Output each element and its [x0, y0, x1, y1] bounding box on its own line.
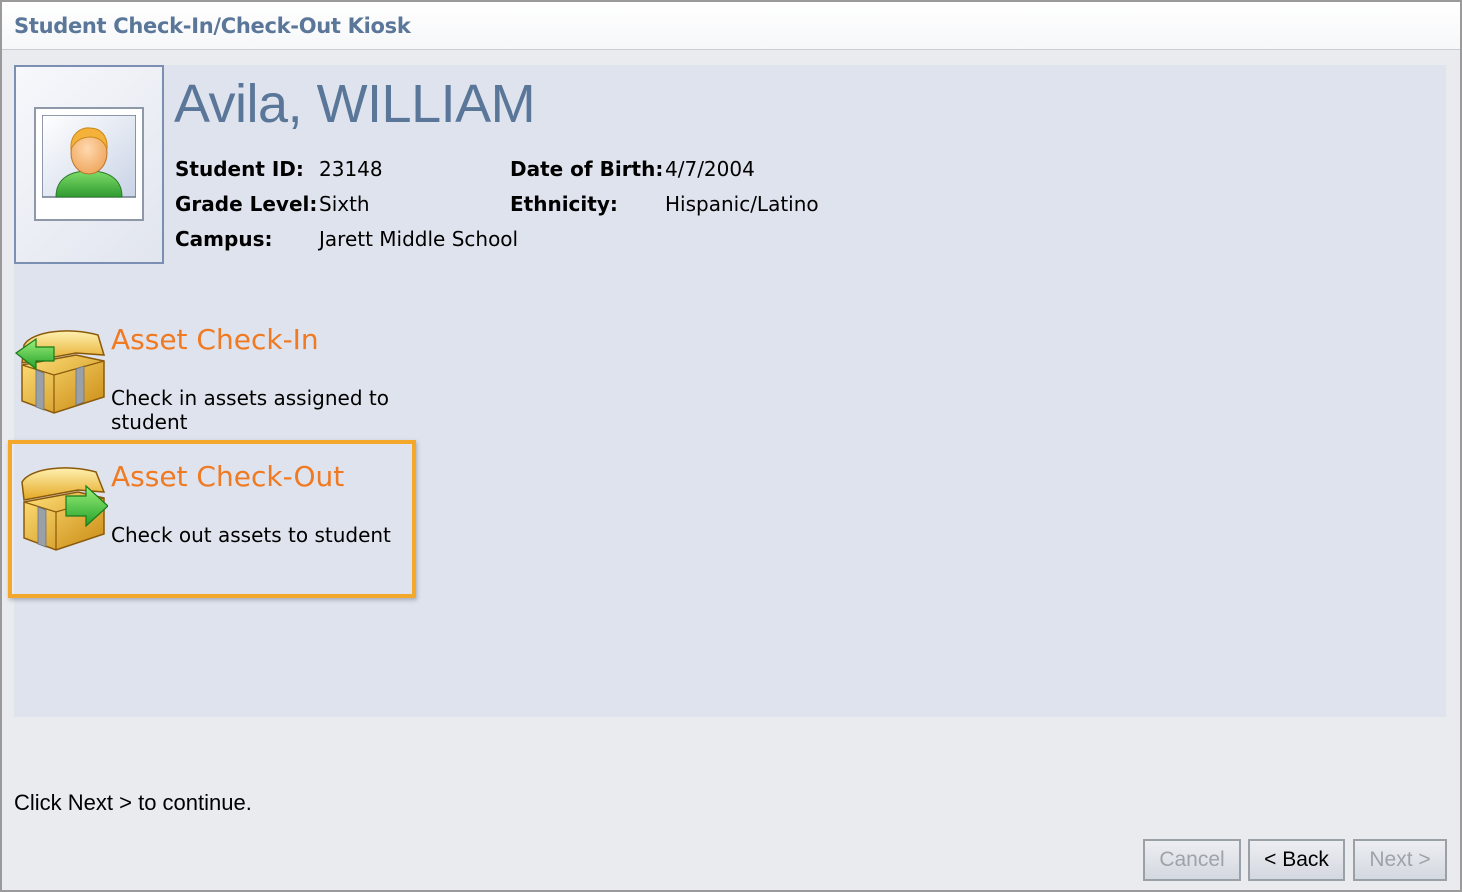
chest-check-in-icon: [14, 330, 106, 414]
kiosk-window: Student Check-In/Check-Out Kiosk Avila, …: [0, 0, 1462, 892]
campus-value: Jarett Middle School: [319, 227, 519, 251]
next-button[interactable]: Next >: [1353, 839, 1447, 881]
instruction-text: Click Next > to continue.: [14, 790, 252, 815]
student-id-value: 23148: [319, 157, 383, 181]
campus-label: Campus:: [175, 227, 273, 251]
title-bar: Student Check-In/Check-Out Kiosk: [2, 2, 1460, 50]
selected-option-highlight: [8, 440, 416, 598]
student-photo-frame: [14, 65, 164, 264]
student-id-label: Student ID:: [175, 157, 304, 181]
person-avatar-icon: [42, 115, 136, 198]
ethnicity-label: Ethnicity:: [510, 192, 618, 216]
student-name: Avila, WILLIAM: [174, 74, 536, 134]
dob-label: Date of Birth:: [510, 157, 664, 181]
grade-level-label: Grade Level:: [175, 192, 318, 216]
grade-level-value: Sixth: [319, 192, 370, 216]
dob-value: 4/7/2004: [665, 157, 755, 181]
student-photo: [34, 107, 144, 221]
back-button[interactable]: < Back: [1248, 839, 1345, 881]
asset-check-in-title: Asset Check-In: [111, 323, 319, 356]
ethnicity-value: Hispanic/Latino: [665, 192, 819, 216]
cancel-button[interactable]: Cancel: [1143, 839, 1241, 881]
asset-check-in-description: Check in assets assigned to student: [111, 386, 389, 434]
student-panel: Avila, WILLIAM Student ID: 23148 Grade L…: [14, 65, 1446, 717]
window-title: Student Check-In/Check-Out Kiosk: [14, 14, 411, 38]
